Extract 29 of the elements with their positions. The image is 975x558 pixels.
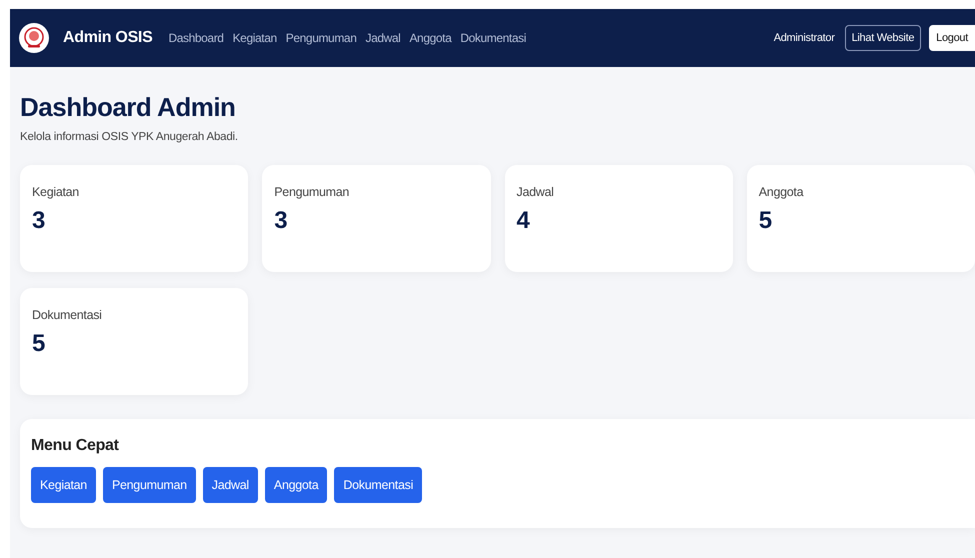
stat-value: 4 bbox=[516, 207, 530, 235]
stat-value: 5 bbox=[32, 330, 46, 358]
page-subtitle: Kelola informasi OSIS YPK Anugerah Abadi. bbox=[20, 131, 239, 143]
stat-value: 5 bbox=[758, 207, 772, 235]
school-emblem-icon bbox=[19, 23, 49, 53]
page-title: Dashboard Admin bbox=[20, 92, 236, 123]
nav-link[interactable]: Dashboard bbox=[168, 31, 224, 45]
quick-menu-button[interactable]: Jadwal bbox=[202, 467, 258, 503]
user-name: Administrator bbox=[774, 32, 835, 44]
logout-button[interactable]: Logout bbox=[929, 25, 975, 51]
stat-value: 3 bbox=[274, 207, 288, 235]
stat-value: 3 bbox=[32, 207, 46, 235]
quick-menu-title: Menu Cepat bbox=[31, 437, 119, 455]
stat-label: Jadwal bbox=[516, 185, 554, 199]
quick-menu-button[interactable]: Dokumentasi bbox=[334, 467, 422, 503]
quick-menu-button[interactable]: Pengumuman bbox=[102, 467, 196, 503]
stat-label: Pengumuman bbox=[274, 185, 350, 199]
stat-label: Kegiatan bbox=[32, 185, 79, 199]
quick-menu-button[interactable]: Anggota bbox=[264, 467, 328, 503]
brand-name: Admin OSIS bbox=[63, 29, 152, 47]
stat-label: Dokumentasi bbox=[32, 308, 102, 322]
view-website-button[interactable]: Lihat Website bbox=[844, 25, 922, 51]
stat-label: Anggota bbox=[758, 185, 804, 199]
quick-menu-button[interactable]: Kegiatan bbox=[31, 467, 96, 503]
nav-link[interactable]: Pengumuman bbox=[286, 31, 356, 45]
nav-link[interactable]: Kegiatan bbox=[232, 31, 277, 45]
nav-link[interactable]: Dokumentasi bbox=[460, 31, 526, 45]
nav-link[interactable]: Anggota bbox=[409, 31, 452, 45]
nav-link[interactable]: Jadwal bbox=[365, 31, 400, 45]
